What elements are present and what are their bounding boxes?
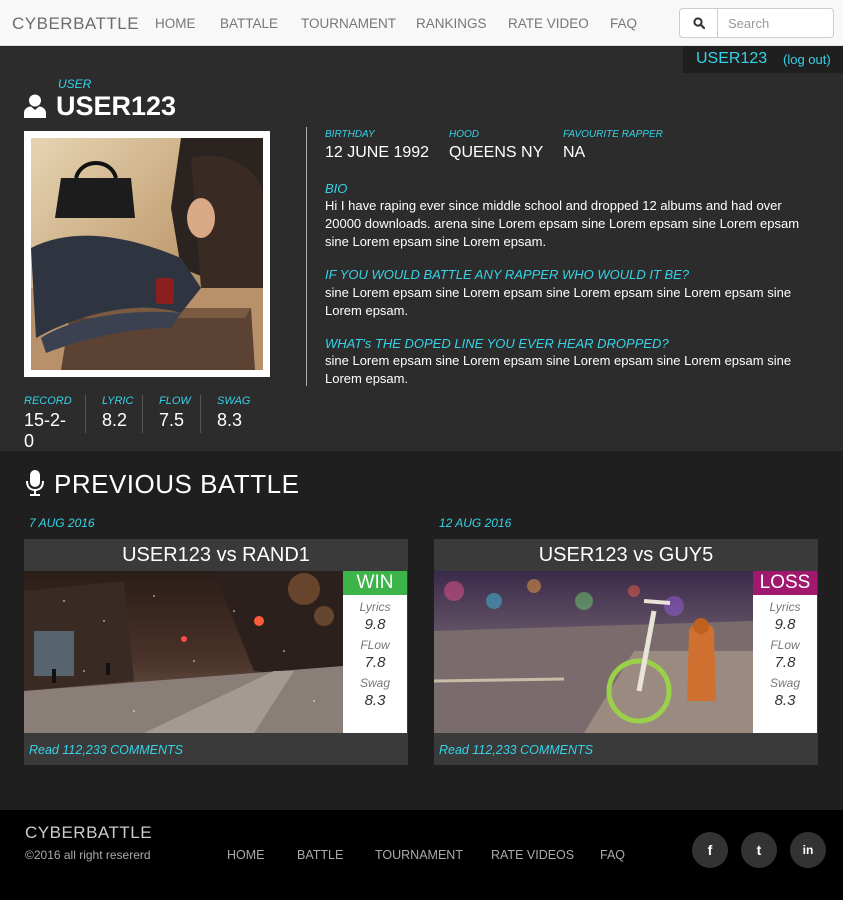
hood-label: HOOD (449, 129, 479, 140)
logout-link[interactable]: (log out) (783, 52, 831, 67)
brand-logo[interactable]: CYBERBATTLE (12, 14, 139, 34)
footer-link-rate-videos[interactable]: RATE VIDEOS (491, 848, 574, 862)
footer-link-faq[interactable]: FAQ (600, 848, 625, 862)
score-panel: LOSS Lyrics 9.8 FLow 7.8 Swag 8.3 (753, 571, 817, 733)
divider (200, 395, 201, 433)
battle-date: 7 AUG 2016 (29, 516, 95, 530)
facebook-icon[interactable]: f (692, 832, 728, 868)
score-label: Swag (359, 676, 391, 690)
stat-lyric: LYRIC 8.2 (102, 395, 133, 431)
session-username[interactable]: USER123 (696, 50, 767, 68)
battle-image[interactable] (24, 571, 343, 733)
score-value: 9.8 (364, 616, 386, 633)
footer-link-tournament[interactable]: TOURNAMENT (375, 848, 463, 862)
search-icon (693, 17, 705, 29)
bio-text: Hi I have raping ever since middle schoo… (325, 198, 800, 249)
search-box (679, 8, 834, 38)
question-title: IF YOU WOULD BATTLE ANY RAPPER WHO WOULD… (325, 267, 690, 282)
stat-label: RECORD (24, 395, 72, 407)
stat-label: FLOW (159, 395, 191, 407)
battle-title[interactable]: USER123 vs GUY5 (434, 539, 818, 571)
nav-rankings[interactable]: RANKINGS (416, 16, 487, 31)
score-panel: WIN Lyrics 9.8 FLow 7.8 Swag 8.3 (343, 571, 407, 733)
comments-link[interactable]: Read 112,233 COMMENTS (439, 743, 593, 757)
footer-link-battle[interactable]: BATTLE (297, 848, 343, 862)
copyright: ©2016 all right resererd (25, 848, 151, 862)
favourite-rapper-label: FAVOURITE RAPPER (563, 129, 663, 140)
search-input[interactable] (719, 9, 832, 37)
user-label: USER (58, 77, 92, 91)
stat-swag: SWAG 8.3 (217, 395, 250, 431)
result-badge-loss: LOSS (753, 571, 817, 595)
result-badge-win: WIN (343, 571, 407, 595)
divider (306, 127, 307, 386)
stat-flow: FLOW 7.5 (159, 395, 191, 431)
stat-value: 8.3 (217, 410, 243, 430)
battle-card-2: 12 AUG 2016 USER123 vs GUY5 LOSS Lyrics … (434, 516, 818, 765)
stat-label: SWAG (217, 395, 251, 407)
divider (142, 395, 143, 433)
footer-brand[interactable]: CYBERBATTLE (25, 823, 152, 843)
section-title: PREVIOUS BATTLE (54, 469, 300, 499)
nav-home[interactable]: HOME (155, 16, 196, 31)
battle-title[interactable]: USER123 vs RAND1 (24, 539, 408, 571)
session-bar: USER123 (log out) (683, 47, 843, 73)
battle-card-1: 7 AUG 2016 USER123 vs RAND1 WIN Lyrics 9… (24, 516, 408, 765)
twitter-icon[interactable]: t (741, 832, 777, 868)
page-title: USER123 (56, 91, 177, 121)
question-title: WHAT's THE DOPED LINE YOU EVER HEAR DROP… (325, 336, 669, 351)
footer: CYBERBATTLE ©2016 all right resererd HOM… (0, 810, 843, 900)
microphone-icon (26, 470, 44, 496)
comments-link[interactable]: Read 112,233 COMMENTS (29, 743, 183, 757)
score-value: 9.8 (774, 616, 796, 633)
stat-value: 15-2-0 (24, 410, 67, 451)
profile-photo (24, 131, 270, 377)
nav-tournament[interactable]: TOURNAMENT (301, 16, 396, 31)
score-label: FLow (360, 638, 390, 652)
question-answer: sine Lorem epsam sine Lorem epsam sine L… (325, 285, 792, 318)
score-label: Lyrics (769, 600, 801, 614)
search-button[interactable] (680, 9, 718, 37)
navbar: CYBERBATTLE HOME BATTALE TOURNAMENT RANK… (0, 0, 843, 46)
divider (85, 395, 86, 433)
stat-value: 8.2 (102, 410, 128, 430)
battle-image[interactable] (434, 571, 753, 733)
nav-rate-video[interactable]: RATE VIDEO (508, 16, 589, 31)
score-value: 7.8 (774, 654, 796, 671)
stat-value: 7.5 (159, 410, 185, 430)
battle-card-body[interactable]: USER123 vs RAND1 WIN Lyrics 9.8 FLow 7.8… (24, 539, 408, 765)
score-value: 7.8 (364, 654, 386, 671)
bio-title: BIO (325, 181, 348, 196)
linkedin-icon[interactable]: in (790, 832, 826, 868)
birthday-label: BIRTHDAY (325, 129, 375, 140)
score-label: Swag (769, 676, 801, 690)
nav-battale[interactable]: BATTALE (220, 16, 278, 31)
score-value: 8.3 (364, 692, 386, 709)
user-icon (24, 94, 46, 118)
hood-value: QUEENS NY (449, 144, 544, 161)
stat-label: LYRIC (102, 395, 134, 407)
question-answer: sine Lorem epsam sine Lorem epsam sine L… (325, 353, 792, 386)
score-label: FLow (770, 638, 800, 652)
score-label: Lyrics (359, 600, 391, 614)
score-value: 8.3 (774, 692, 796, 709)
birthday-value: 12 JUNE 1992 (325, 144, 430, 161)
favourite-rapper-value: NA (563, 144, 586, 161)
battle-date: 12 AUG 2016 (439, 516, 512, 530)
nav-faq[interactable]: FAQ (610, 16, 637, 31)
stat-record: RECORD 15-2-0 (24, 395, 72, 452)
profile-section: USER123 (log out) USER USER123 RECORD 15… (0, 47, 843, 451)
battle-card-body[interactable]: USER123 vs GUY5 LOSS Lyrics 9.8 FLow 7.8… (434, 539, 818, 765)
footer-link-home[interactable]: HOME (227, 848, 265, 862)
